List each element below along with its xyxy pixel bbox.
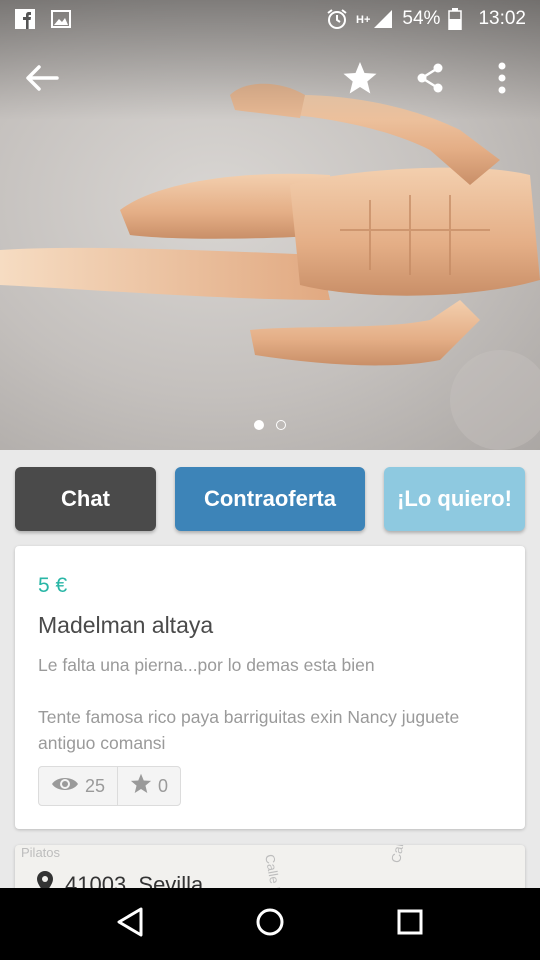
description-line-2: Tente famosa rico paya barriguitas exin … [38,707,460,753]
gallery-dot[interactable] [276,420,286,430]
map-street-label: Call [388,845,407,864]
eye-icon [51,775,79,798]
image-icon [50,8,72,30]
nav-back-button[interactable] [100,894,160,954]
gallery-dot-active[interactable] [254,420,264,430]
back-arrow-icon [25,64,59,97]
product-price: 5 € [38,574,68,597]
buy-button[interactable]: ¡Lo quiero! [384,467,525,531]
product-details-card: 5 € Madelman altaya Le falta una pierna.… [15,546,525,829]
more-options-button[interactable] [476,54,528,106]
battery-percent: 54% [402,8,441,29]
home-circle-icon [255,907,285,942]
nav-home-button[interactable] [240,894,300,954]
favorite-button[interactable] [334,54,386,106]
product-description: Le falta una pierna...por lo demas esta … [38,652,498,782]
recents-square-icon [397,909,423,940]
more-vert-icon [498,62,506,99]
status-bar: H+ 54% 13:02 [0,0,540,38]
battery-icon [448,8,470,31]
chat-button[interactable]: Chat [15,467,156,531]
network-type: H+ [356,14,371,26]
back-button[interactable] [16,54,68,106]
description-line-1: Le falta una pierna...por lo demas esta … [38,655,375,675]
nav-recents-button[interactable] [380,894,440,954]
signal-icon [372,8,394,30]
product-stats: 25 0 [38,766,182,806]
map-street-label: Pilatos [21,845,61,860]
facebook-icon [14,8,36,30]
share-icon [416,63,444,98]
action-buttons: Chat Contraoferta ¡Lo quiero! [15,467,525,531]
counteroffer-button[interactable]: Contraoferta [175,467,365,531]
clock: 13:02 [478,8,526,29]
product-screen: H+ 54% 13:02 Chat Contraoferta ¡Lo quier… [0,0,540,960]
system-navigation-bar [0,888,540,960]
star-outline-icon [130,773,152,799]
top-toolbar [0,54,540,106]
favorites-stat: 0 [117,767,180,805]
back-triangle-icon [116,907,144,942]
views-count: 25 [85,775,106,796]
favorites-count: 0 [158,775,169,796]
views-stat: 25 [39,767,117,805]
share-button[interactable] [404,54,456,106]
product-title: Madelman altaya [38,612,214,638]
gallery-dots [0,420,540,430]
star-icon [342,61,378,100]
alarm-icon [326,8,348,30]
